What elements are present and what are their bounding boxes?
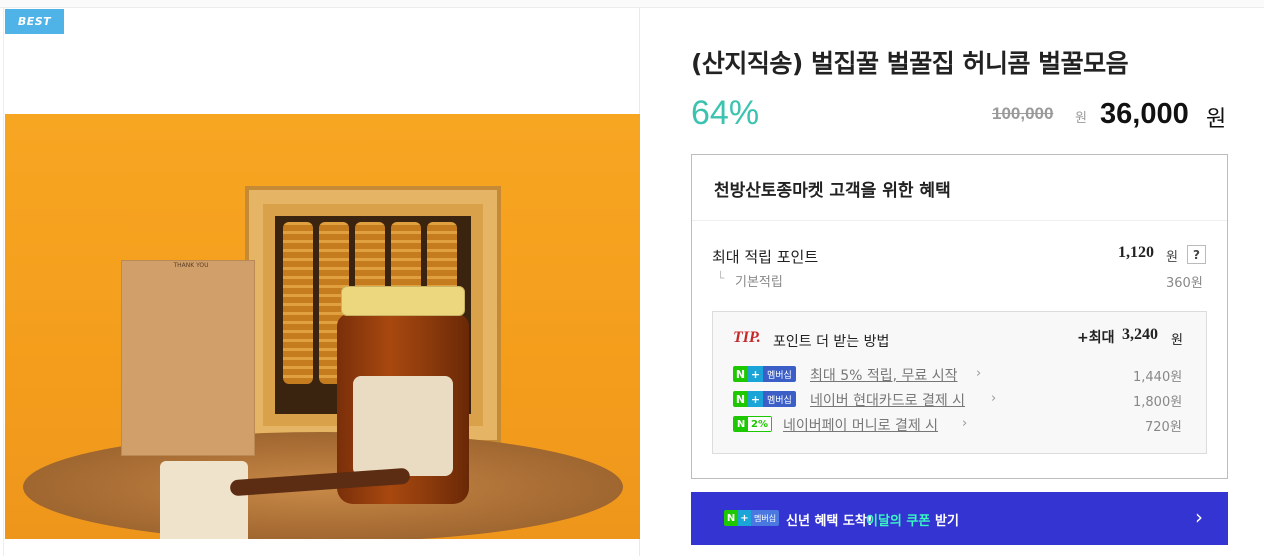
basic-points-label: 기본적립 [735,275,783,290]
original-price-unit: 원 [1075,111,1087,126]
discount-rate: 64% [691,94,760,132]
chevron-right-icon: › [991,391,997,406]
tip-max-prefix: +최대 [1077,330,1115,346]
max-points-label: 최대 적립 포인트 [712,248,819,266]
banner-highlight: 이달의 쿠폰 [866,514,931,529]
naver-pay-badge: N 2% [733,416,772,432]
page-top-strip [0,0,1264,8]
benefit-header: 천방산토종마켓 고객을 위한 혜택 [692,155,1227,221]
membership-link[interactable]: 최대 5% 적립, 무료 시작 [810,365,958,385]
sub-indent-mark: └ [717,271,725,285]
jar-label [353,376,453,476]
box-text: THANK YOU [173,262,209,269]
banner-end: 받기 [935,514,959,529]
product-image[interactable]: THANK YOU [5,114,640,539]
sale-price-unit: 원 [1206,107,1227,132]
hyundai-card-value: 1,800원 [1133,395,1183,410]
membership-value: 1,440원 [1133,370,1183,385]
sale-price: 36,000 [1100,98,1189,130]
points-help-button[interactable]: ? [1187,245,1206,264]
product-gallery: BEST THANK YOU [3,8,640,556]
chevron-right-icon: › [962,416,968,431]
chevron-right-icon[interactable]: › [1195,505,1203,529]
product-title: (산지직송) 벌집꿀 벌꿀집 허니콤 벌꿀모음 [691,49,1129,78]
hyundai-card-link[interactable]: 네이버 현대카드로 결제 시 [810,390,965,410]
best-badge: BEST [5,9,64,34]
tip-label: 포인트 더 받는 방법 [773,334,890,350]
banner-text: 신년 혜택 도착! [786,514,873,529]
banner-membership-badge: N + 멤버십 [724,510,780,526]
max-points-unit: 원 [1166,250,1178,265]
naver-pay-link[interactable]: 네이버페이 머니로 결제 시 [783,415,938,435]
naver-membership-badge: N + 멤버십 [733,391,796,407]
chevron-right-icon: › [976,366,982,381]
basic-points-value: 360원 [1166,276,1203,291]
tip-max-unit: 원 [1171,333,1183,348]
naver-membership-badge: N + 멤버십 [733,366,796,382]
jar-lid [341,286,465,316]
benefit-title: 천방산토종마켓 고객을 위한 혜택 [714,181,951,201]
original-price: 100,000 [992,104,1054,123]
max-points-value: 1,120 [1118,244,1154,261]
naver-pay-value: 720원 [1145,420,1182,435]
tip-word: TIP. [733,329,761,346]
gift-box [121,260,255,539]
tip-max-value: 3,240 [1122,326,1158,343]
